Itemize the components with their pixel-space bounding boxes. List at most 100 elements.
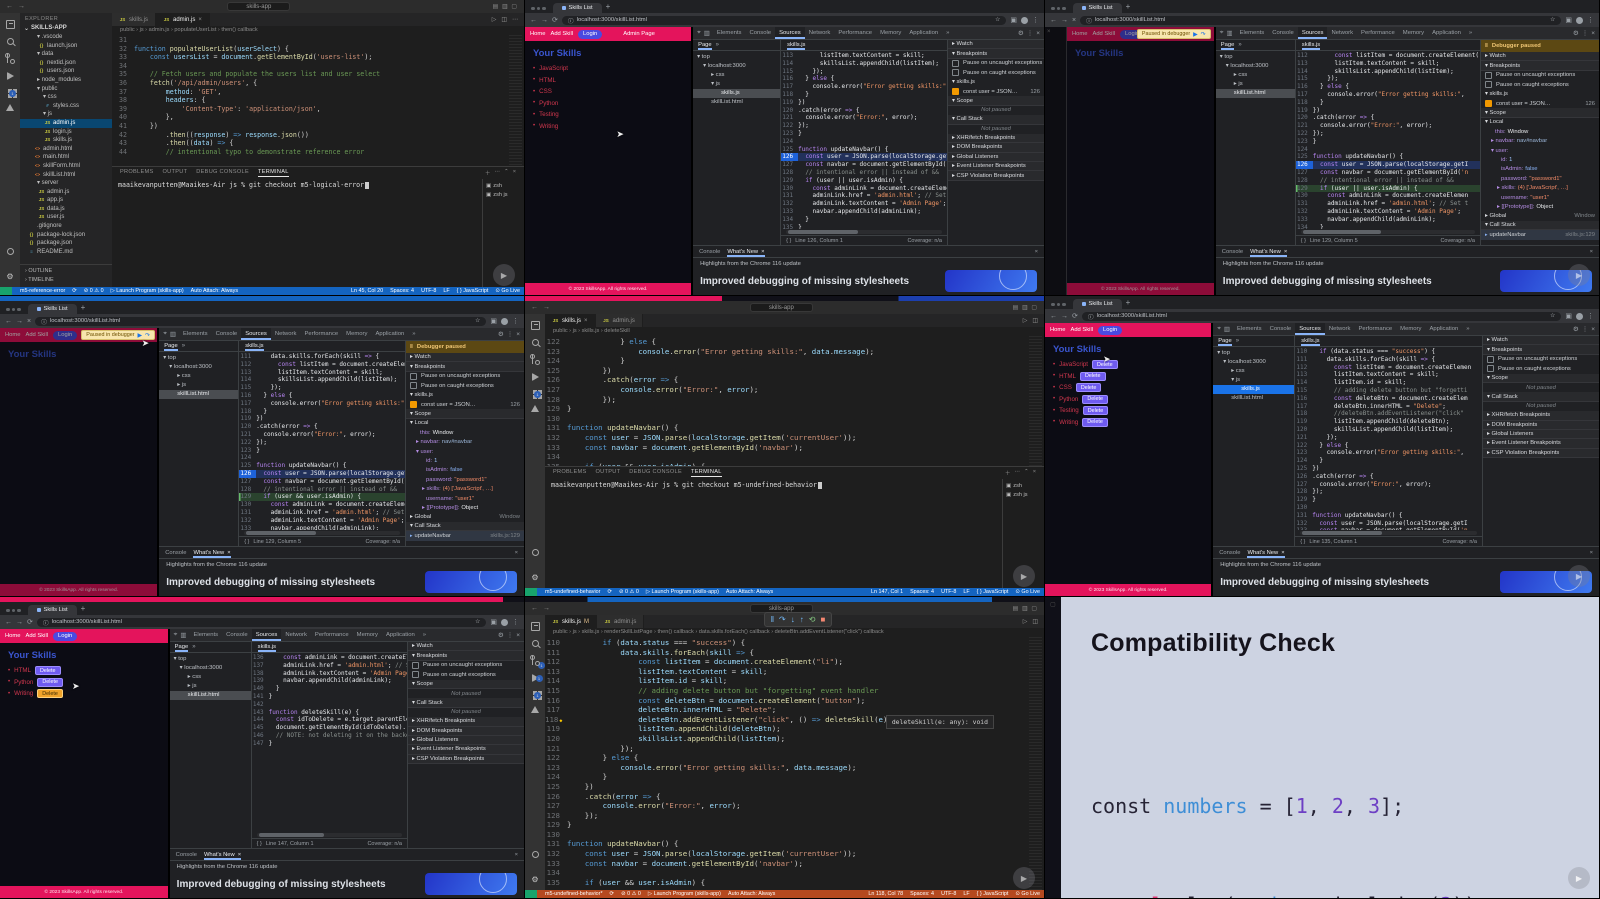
back-icon[interactable]: ← [5, 318, 12, 325]
debugger-sidebar-row[interactable]: ▾ skills.js [1481, 90, 1599, 99]
debugger-sidebar-row[interactable]: ▾ Breakpoints [406, 362, 524, 372]
inspect-icon[interactable]: ⌖ [697, 29, 701, 37]
vscode-search-box[interactable]: skills-app [227, 2, 291, 11]
devtools-tab[interactable]: Sources [1297, 27, 1328, 39]
pause-icon[interactable]: ‖ [771, 615, 774, 624]
editor-tab[interactable]: admin.js× [156, 13, 210, 26]
address-bar[interactable]: ⓘ localhost:3000/skillList.html ☆ [1080, 15, 1562, 25]
reload-icon[interactable]: ⟳ [27, 618, 33, 626]
devtools-menu-icon[interactable]: ⋮ [1027, 29, 1034, 37]
devtools-tab[interactable]: Elements [179, 328, 212, 340]
debugger-sidebar-row[interactable]: ▸ Event Listener Breakpoints [1483, 439, 1599, 449]
split-editor-icon[interactable]: ◫ [501, 16, 507, 23]
file-tree-item[interactable]: ▾ public [20, 85, 112, 94]
debugger-sidebar-row[interactable]: ▾ skills.js [948, 78, 1044, 87]
file-tree-item[interactable]: nextid.json [20, 59, 112, 68]
debugger-sidebar-row[interactable]: ▸ Watch [1483, 336, 1599, 346]
devtools-tab[interactable]: Performance [1357, 27, 1399, 39]
testing-icon[interactable] [531, 706, 539, 713]
search-icon[interactable] [531, 640, 539, 647]
terminal[interactable]: maaikevanputten@Maaikes-Air js % git che… [112, 179, 482, 287]
source-tree-item[interactable]: ▸ js [170, 682, 251, 691]
devtools-settings-icon[interactable]: ⚙ [1573, 29, 1579, 37]
delete-skill-button[interactable]: Delete [34, 666, 61, 675]
debugger-sidebar-row[interactable]: updateNavbarskills.js:129 [1481, 230, 1599, 240]
devtools-tab[interactable]: Sources [775, 27, 805, 39]
panel-maximize-icon[interactable]: ⌃ [1024, 469, 1029, 477]
split-editor-icon[interactable]: ◫ [1032, 618, 1038, 625]
address-bar[interactable]: ⓘ localhost:3000/skillList.html ☆ [1081, 311, 1562, 321]
status-item[interactable]: ⊙ Go Live [495, 288, 520, 294]
status-item[interactable]: Auto Attach: Always [726, 589, 773, 595]
minimap[interactable] [509, 35, 522, 166]
nav-back-icon[interactable]: ← [531, 304, 538, 311]
file-tree-item[interactable]: user.js [20, 213, 112, 222]
browser-tab[interactable]: Skills List [552, 3, 602, 13]
horizontal-scrollbar[interactable] [786, 230, 942, 234]
delete-skill-button[interactable]: Delete [1075, 383, 1102, 392]
debugger-sidebar-row[interactable]: ▸ Global Window [406, 513, 524, 522]
file-tree-item[interactable]: launch.json [20, 42, 112, 51]
devtools-tab[interactable]: Performance [311, 629, 353, 641]
device-toolbar-icon[interactable]: ▥ [1224, 325, 1230, 333]
debugger-sidebar-row[interactable]: ▸ CSP Violation Breakpoints [408, 754, 524, 765]
panel-tab[interactable]: OUTPUT [163, 169, 188, 177]
delete-skill-button[interactable]: Delete [1082, 406, 1109, 415]
editor-tab[interactable]: skills.jsM [545, 615, 597, 628]
terminal-session[interactable]: ▣ zsh [1006, 481, 1041, 490]
side-panel-icon[interactable]: ▣ [490, 618, 497, 626]
debugger-sidebar-row[interactable]: const user = JSON… 126 [406, 400, 524, 409]
back-icon[interactable]: ← [530, 17, 537, 24]
delete-skill-button[interactable]: Delete [1082, 417, 1108, 427]
debugger-sidebar-row[interactable]: Pause on caught exceptions [406, 381, 524, 390]
layout-icons[interactable]: ▤ ▥ ▢ [1013, 304, 1038, 311]
devtools-close-icon[interactable]: × [516, 632, 520, 639]
debugger-sidebar-row[interactable]: ▾ Call Stack [1483, 392, 1599, 402]
site-info-icon[interactable]: ⓘ [568, 16, 574, 25]
timeline-section[interactable]: › TIMELINE [25, 276, 107, 285]
debugger-sidebar-row[interactable]: ▾ Call Stack [948, 115, 1044, 125]
project-root[interactable]: ⌄ SKILLS-APP [20, 24, 112, 33]
debugger-sidebar-row[interactable]: ▸ Global Listeners [408, 735, 524, 746]
source-tree-item[interactable]: ▸ css [1216, 71, 1295, 80]
step-over-icon[interactable]: ↷ [779, 615, 786, 624]
terminal-session[interactable]: ▣ zsh js [1006, 490, 1041, 499]
source-tree-item[interactable]: ▾ localhost:3000 [170, 664, 251, 673]
devtools-tab[interactable]: Memory [342, 328, 371, 340]
settings-gear-icon[interactable]: ⚙ [531, 876, 538, 884]
login-button[interactable]: Login [53, 631, 78, 641]
debugger-sidebar-row[interactable]: id: 1 [1481, 155, 1599, 164]
source-tree-item[interactable]: skills.js [1213, 385, 1295, 394]
profile-avatar[interactable] [501, 618, 508, 626]
panel-maximize-icon[interactable]: ⌃ [504, 169, 509, 177]
stop-icon[interactable]: ■ [820, 615, 825, 624]
back-icon[interactable]: ← [1050, 313, 1057, 320]
debugger-sidebar-row[interactable]: Pause on uncaught exceptions [408, 661, 524, 670]
debugger-sidebar-row[interactable]: ▾ Local [406, 419, 524, 428]
account-icon[interactable] [531, 549, 539, 556]
login-button[interactable]: Login [1098, 325, 1123, 335]
debugger-sidebar-row[interactable]: Pause on caught exceptions [1483, 364, 1599, 373]
source-control-icon[interactable] [5, 53, 16, 64]
nav-add-skill-link[interactable]: Add Skill [1070, 327, 1093, 333]
devtools-tab[interactable]: Memory [1399, 27, 1428, 39]
devtools-settings-icon[interactable]: ⚙ [1573, 325, 1579, 333]
file-tree-item[interactable]: admin.js [20, 188, 112, 197]
profile-avatar[interactable] [501, 317, 508, 325]
inspect-icon[interactable]: ⌖ [163, 330, 167, 338]
whats-new-headline[interactable]: Improved debugging of missing stylesheet… [700, 276, 909, 287]
devtools-menu-icon[interactable]: ⋮ [1582, 325, 1589, 333]
step-over-icon[interactable]: ↷ [1201, 31, 1206, 38]
file-tree-item[interactable]: ▾ css [20, 93, 112, 102]
vscode-search-box[interactable]: skills-app [749, 303, 813, 312]
devtools-menu-icon[interactable]: ⋮ [507, 330, 514, 338]
status-item[interactable]: m5-undefined-behavior* [545, 891, 603, 897]
devtools-tab[interactable]: Performance [1354, 323, 1396, 335]
status-item[interactable]: ⟳ [610, 891, 615, 897]
debugger-sidebar-row[interactable]: ▾ Breakpoints [408, 651, 524, 661]
debugger-sidebar-row[interactable]: Pause on uncaught exceptions [406, 372, 524, 381]
forward-icon[interactable]: → [16, 318, 23, 325]
testing-icon[interactable] [6, 104, 14, 111]
devtools-tab[interactable]: Application [1428, 27, 1465, 39]
debugger-sidebar-row[interactable]: Not paused [948, 125, 1044, 134]
